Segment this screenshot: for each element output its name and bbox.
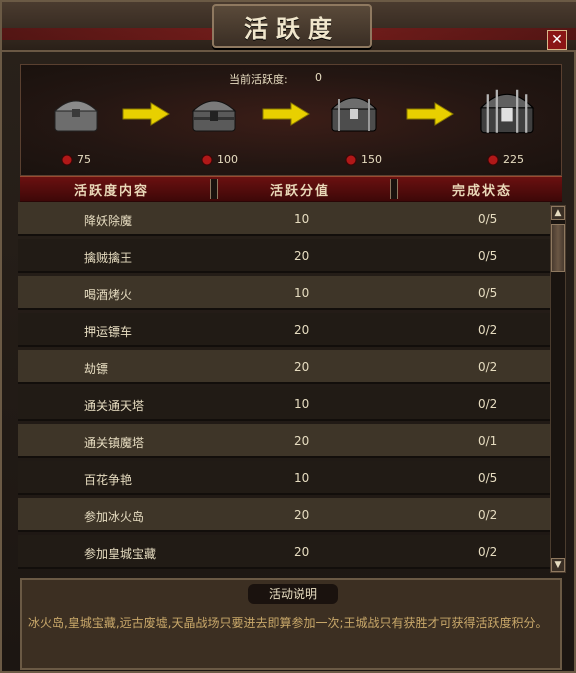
column-header-status: 完成状态: [452, 184, 513, 199]
description-panel: 活动说明 冰火岛,皇城宝藏,远古废墟,天晶战场只要进去即算参加一次;王城战只有获…: [20, 578, 562, 670]
activity-name: 参加冰火岛: [84, 510, 145, 524]
activity-score: 20: [294, 249, 310, 263]
reward-100: 100: [201, 153, 238, 166]
column-separator: [390, 179, 398, 199]
activity-name: 通关镇魔塔: [84, 436, 145, 450]
reward-225: 225: [487, 153, 524, 166]
activity-score: 20: [294, 323, 310, 337]
table-row[interactable]: 擒贼擒王 20 0/5: [18, 239, 550, 273]
arrow-icon: [405, 101, 455, 127]
reward-threshold: 225: [503, 153, 524, 166]
description-text: 冰火岛,皇城宝藏,远古废墟,天晶战场只要进去即算参加一次;王城战只有获胜才可获得…: [28, 616, 548, 630]
chest-icon[interactable]: [329, 87, 379, 133]
reward-threshold: 100: [217, 153, 238, 166]
activity-status: 0/2: [478, 397, 498, 411]
activity-score: 10: [294, 286, 310, 300]
activity-name: 降妖除魔: [84, 214, 133, 228]
column-header-score: 活跃分值: [270, 184, 331, 199]
activity-name: 喝酒烤火: [84, 288, 133, 302]
table-row[interactable]: 降妖除魔 10 0/5: [18, 202, 550, 236]
scroll-down-icon[interactable]: ▼: [551, 558, 565, 572]
activity-score: 20: [294, 434, 310, 448]
gem-icon: [487, 154, 499, 166]
activity-status: 0/2: [478, 323, 498, 337]
table-header: 活跃度内容 活跃分值 完成状态: [20, 176, 562, 202]
activity-score: 20: [294, 360, 310, 374]
activity-name: 擒贼擒王: [84, 251, 133, 265]
activity-status: 0/2: [478, 360, 498, 374]
activity-window: 活跃度 ✕ 当前活跃度: 0 75 100 150 225 活跃度内容 活跃分值…: [0, 0, 576, 673]
activity-status: 0/2: [478, 545, 498, 559]
activity-status: 0/5: [478, 286, 498, 300]
activity-score: 10: [294, 397, 310, 411]
activity-name: 押运镖车: [84, 325, 133, 339]
reward-75: 75: [61, 153, 91, 166]
window-title: 活跃度: [244, 13, 340, 43]
table-row[interactable]: 参加冰火岛 20 0/2: [18, 498, 550, 532]
scroll-up-icon[interactable]: ▲: [551, 206, 565, 220]
arrow-icon: [261, 101, 311, 127]
reward-threshold: 75: [77, 153, 91, 166]
activity-status: 0/5: [478, 471, 498, 485]
title-plate: 活跃度: [212, 4, 372, 48]
column-header-content: 活跃度内容: [74, 184, 150, 199]
activity-score: 10: [294, 212, 310, 226]
table-row[interactable]: 通关通天塔 10 0/2: [18, 387, 550, 421]
current-activity-value: 0: [315, 71, 322, 84]
gem-icon: [61, 154, 73, 166]
gem-icon: [345, 154, 357, 166]
column-separator: [210, 179, 218, 199]
activity-status: 0/5: [478, 249, 498, 263]
table-scrollbar[interactable]: ▲ ▼: [550, 205, 566, 573]
reward-chest-panel: 当前活跃度: 0 75 100 150 225: [20, 64, 562, 176]
table-row[interactable]: 通关镇魔塔 20 0/1: [18, 424, 550, 458]
chest-icon[interactable]: [477, 83, 537, 135]
activity-status: 0/5: [478, 212, 498, 226]
activity-status: 0/1: [478, 434, 498, 448]
activity-name: 参加皇城宝藏: [84, 547, 157, 561]
current-activity-label: 当前活跃度:: [229, 73, 288, 86]
table-row[interactable]: 劫镖 20 0/2: [18, 350, 550, 384]
activity-status: 0/2: [478, 508, 498, 522]
activity-score: 20: [294, 508, 310, 522]
description-title: 活动说明: [248, 584, 338, 604]
reward-150: 150: [345, 153, 382, 166]
table-row[interactable]: 百花争艳 10 0/5: [18, 461, 550, 495]
chest-icon[interactable]: [189, 89, 239, 135]
activity-name: 百花争艳: [84, 473, 133, 487]
arrow-icon: [121, 101, 171, 127]
reward-threshold: 150: [361, 153, 382, 166]
activity-score: 20: [294, 545, 310, 559]
table-row[interactable]: 参加皇城宝藏 20 0/2: [18, 535, 550, 569]
scroll-thumb[interactable]: [551, 224, 565, 272]
close-button[interactable]: ✕: [547, 30, 567, 50]
chest-icon[interactable]: [51, 89, 101, 135]
activity-name: 通关通天塔: [84, 399, 145, 413]
activity-name: 劫镖: [84, 362, 109, 376]
gem-icon: [201, 154, 213, 166]
activity-score: 10: [294, 471, 310, 485]
activity-table: 降妖除魔 10 0/5 擒贼擒王 20 0/5 喝酒烤火 10 0/5 押运镖车…: [18, 202, 550, 572]
table-row[interactable]: 押运镖车 20 0/2: [18, 313, 550, 347]
table-row[interactable]: 喝酒烤火 10 0/5: [18, 276, 550, 310]
